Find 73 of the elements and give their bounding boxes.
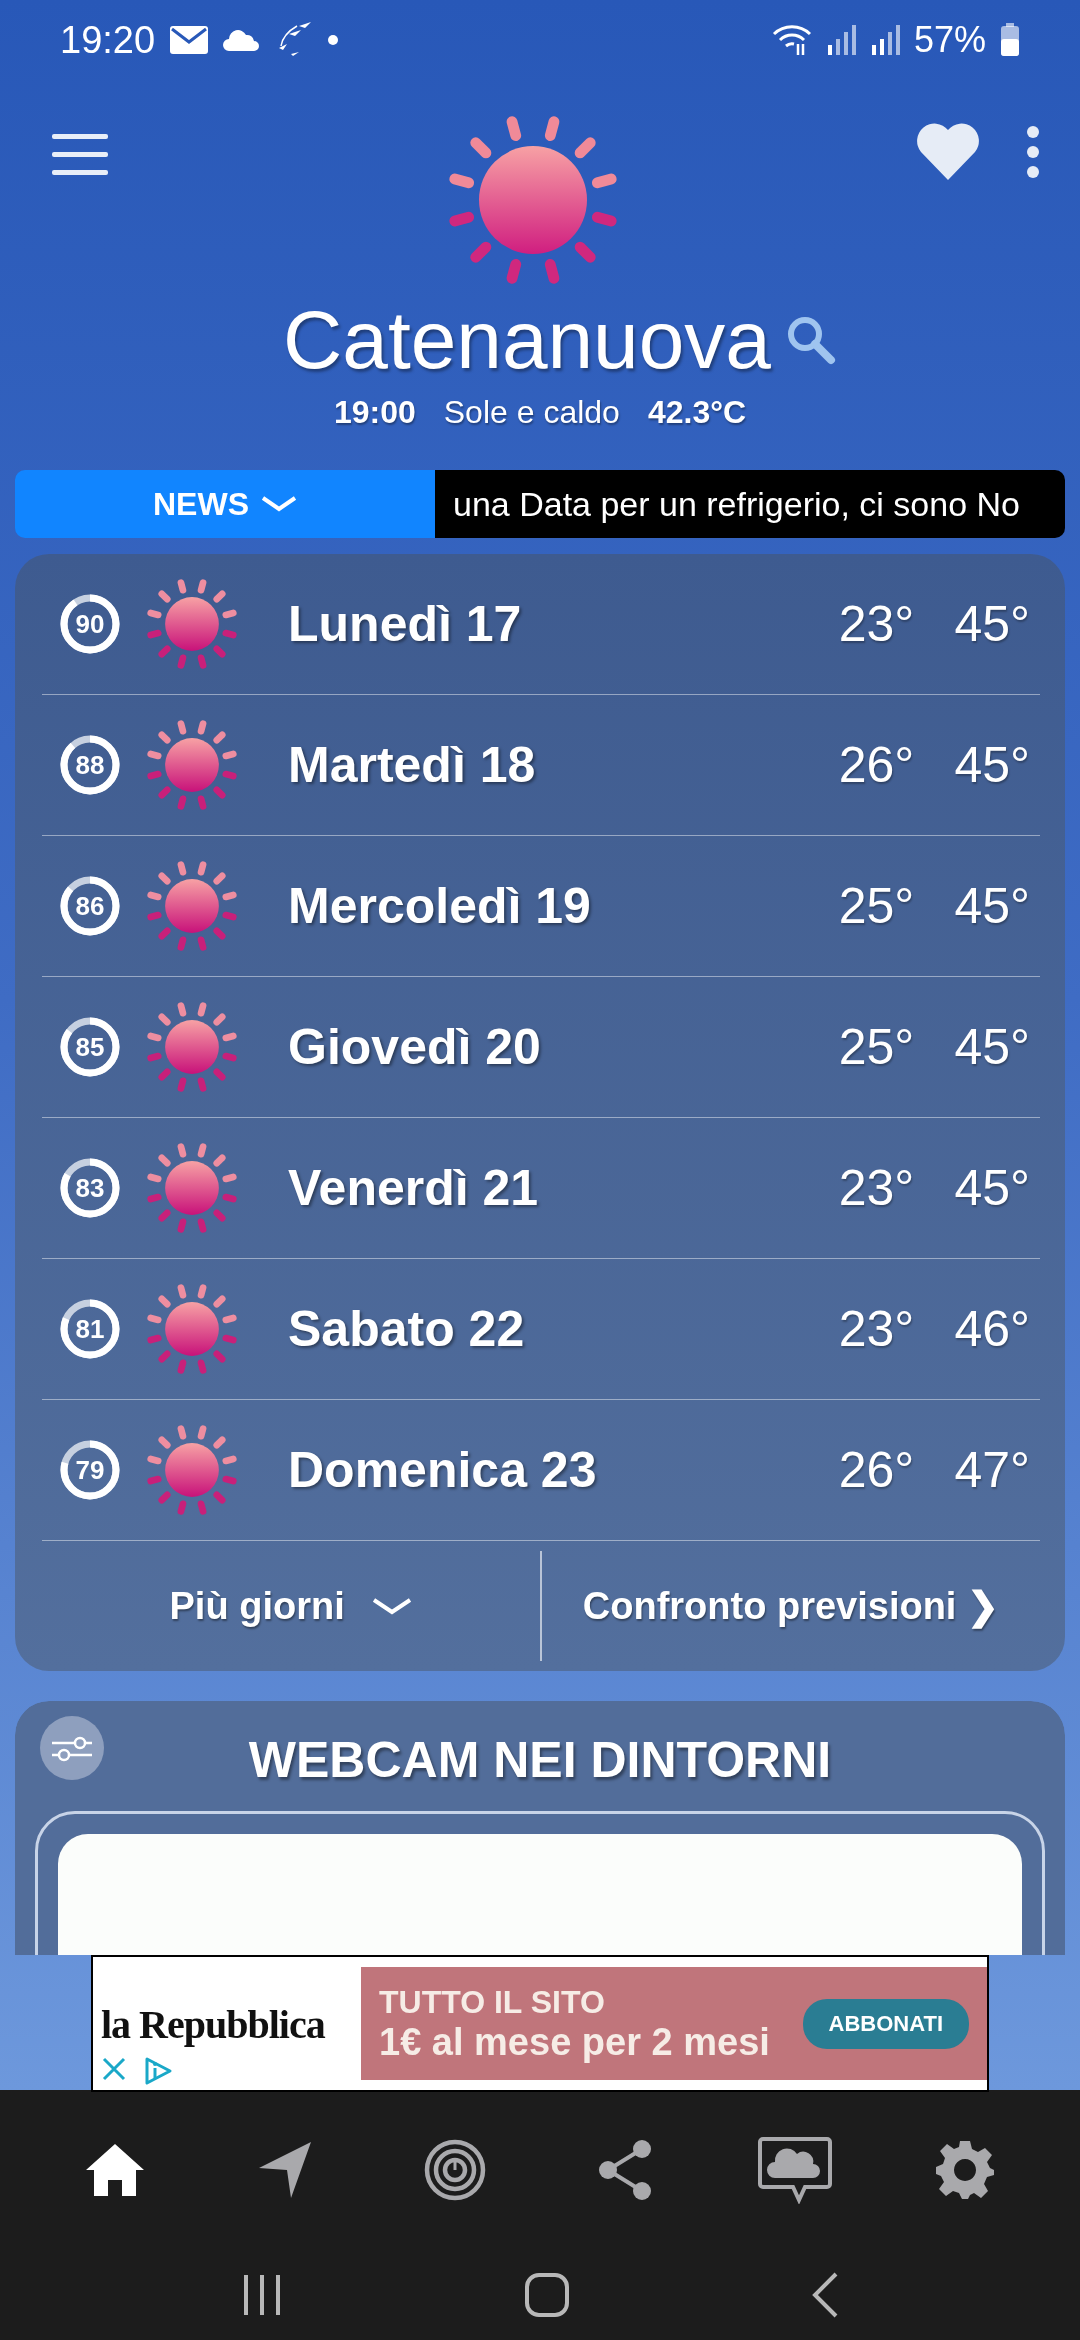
home-button-icon[interactable]: [524, 2272, 570, 2318]
min-temperature: 23°: [838, 1159, 915, 1217]
weather-condition: Sole e caldo: [443, 394, 620, 431]
home-icon[interactable]: [84, 2142, 146, 2198]
more-icon[interactable]: [1026, 125, 1040, 179]
max-temperature: 45°: [954, 877, 1030, 935]
reliability-score: 81: [75, 1314, 105, 1344]
wifi-icon: [771, 24, 812, 56]
ad-banner[interactable]: la Repubblica TUTTO IL SITO 1€ al mese per 2 mesi ABBONATI: [91, 1955, 989, 2092]
max-temperature: 45°: [954, 595, 1030, 653]
menu-icon[interactable]: [50, 132, 110, 178]
min-temperature: 26°: [838, 736, 915, 794]
compare-forecasts-button[interactable]: Confronto previsioni ❯: [541, 1556, 1040, 1656]
sun-icon: [144, 1140, 240, 1236]
sun-icon: [144, 858, 240, 954]
chevron-down-icon: [370, 1596, 413, 1616]
back-icon[interactable]: [810, 2271, 840, 2319]
reliability-score: 86: [75, 891, 105, 921]
section-title: WEBCAM NEI DINTORNI: [248, 1731, 832, 1789]
min-temperature: 25°: [838, 877, 915, 935]
chevron-down-icon: [261, 495, 297, 513]
max-temperature: 45°: [954, 1018, 1030, 1076]
min-temperature: 23°: [838, 595, 915, 653]
max-temperature: 47°: [954, 1441, 1030, 1499]
day-label[interactable]: Domenica 23: [288, 1441, 839, 1499]
day-label[interactable]: Lunedì 17: [288, 595, 839, 653]
reliability-score: 90: [75, 609, 105, 639]
close-icon[interactable]: [101, 2056, 127, 2082]
news-button[interactable]: NEWS: [15, 470, 435, 538]
sun-icon: [144, 576, 240, 672]
observation-time: 19:00: [333, 394, 416, 431]
sun-icon: [144, 1422, 240, 1518]
reliability-score: 88: [75, 750, 105, 780]
ad-info-icon[interactable]: [143, 2056, 173, 2086]
subscribe-button[interactable]: ABBONATI: [802, 1998, 969, 2049]
battery-icon: [1000, 23, 1020, 57]
cloud-icon: [223, 29, 260, 51]
radar-icon[interactable]: [424, 2139, 486, 2201]
mail-icon: [169, 25, 210, 55]
battery-percentage: 57%: [913, 19, 986, 61]
heart-icon[interactable]: [915, 122, 981, 182]
filter-icon[interactable]: [40, 1716, 104, 1780]
min-temperature: 25°: [838, 1018, 915, 1076]
sun-icon: [144, 1281, 240, 1377]
dot-icon: [327, 34, 340, 46]
signal-icon: [869, 25, 900, 55]
city-name[interactable]: Catenanuova: [283, 293, 771, 387]
share-icon[interactable]: [598, 2139, 652, 2201]
day-label[interactable]: Sabato 22: [288, 1300, 839, 1358]
reliability-score: 83: [75, 1173, 105, 1203]
settings-icon[interactable]: [934, 2139, 996, 2201]
day-label[interactable]: Giovedì 20: [288, 1018, 839, 1076]
navigation-arrow-icon[interactable]: [257, 2140, 313, 2200]
day-label[interactable]: Martedì 18: [288, 736, 839, 794]
status-time: 19:20: [60, 18, 156, 62]
max-temperature: 45°: [954, 736, 1030, 794]
ad-offer: 1€ al mese per 2 mesi: [379, 2020, 770, 2064]
reliability-score: 85: [75, 1032, 105, 1062]
more-days-button[interactable]: Più giorni: [42, 1556, 541, 1656]
day-label[interactable]: Mercoledì 19: [288, 877, 839, 935]
ad-headline: TUTTO IL SITO: [379, 1983, 606, 2021]
reliability-score: 79: [75, 1455, 105, 1485]
min-temperature: 23°: [838, 1300, 915, 1358]
sun-icon: [144, 717, 240, 813]
current-temperature: 42.3°C: [647, 394, 747, 431]
min-temperature: 26°: [838, 1441, 915, 1499]
sun-icon: [144, 999, 240, 1095]
max-temperature: 46°: [954, 1300, 1030, 1358]
day-label[interactable]: Venerdì 21: [288, 1159, 839, 1217]
max-temperature: 45°: [954, 1159, 1030, 1217]
cloud-chat-icon[interactable]: [757, 2136, 833, 2204]
signal-icon: [825, 25, 856, 55]
ad-logo: la Repubblica: [101, 2001, 326, 2048]
